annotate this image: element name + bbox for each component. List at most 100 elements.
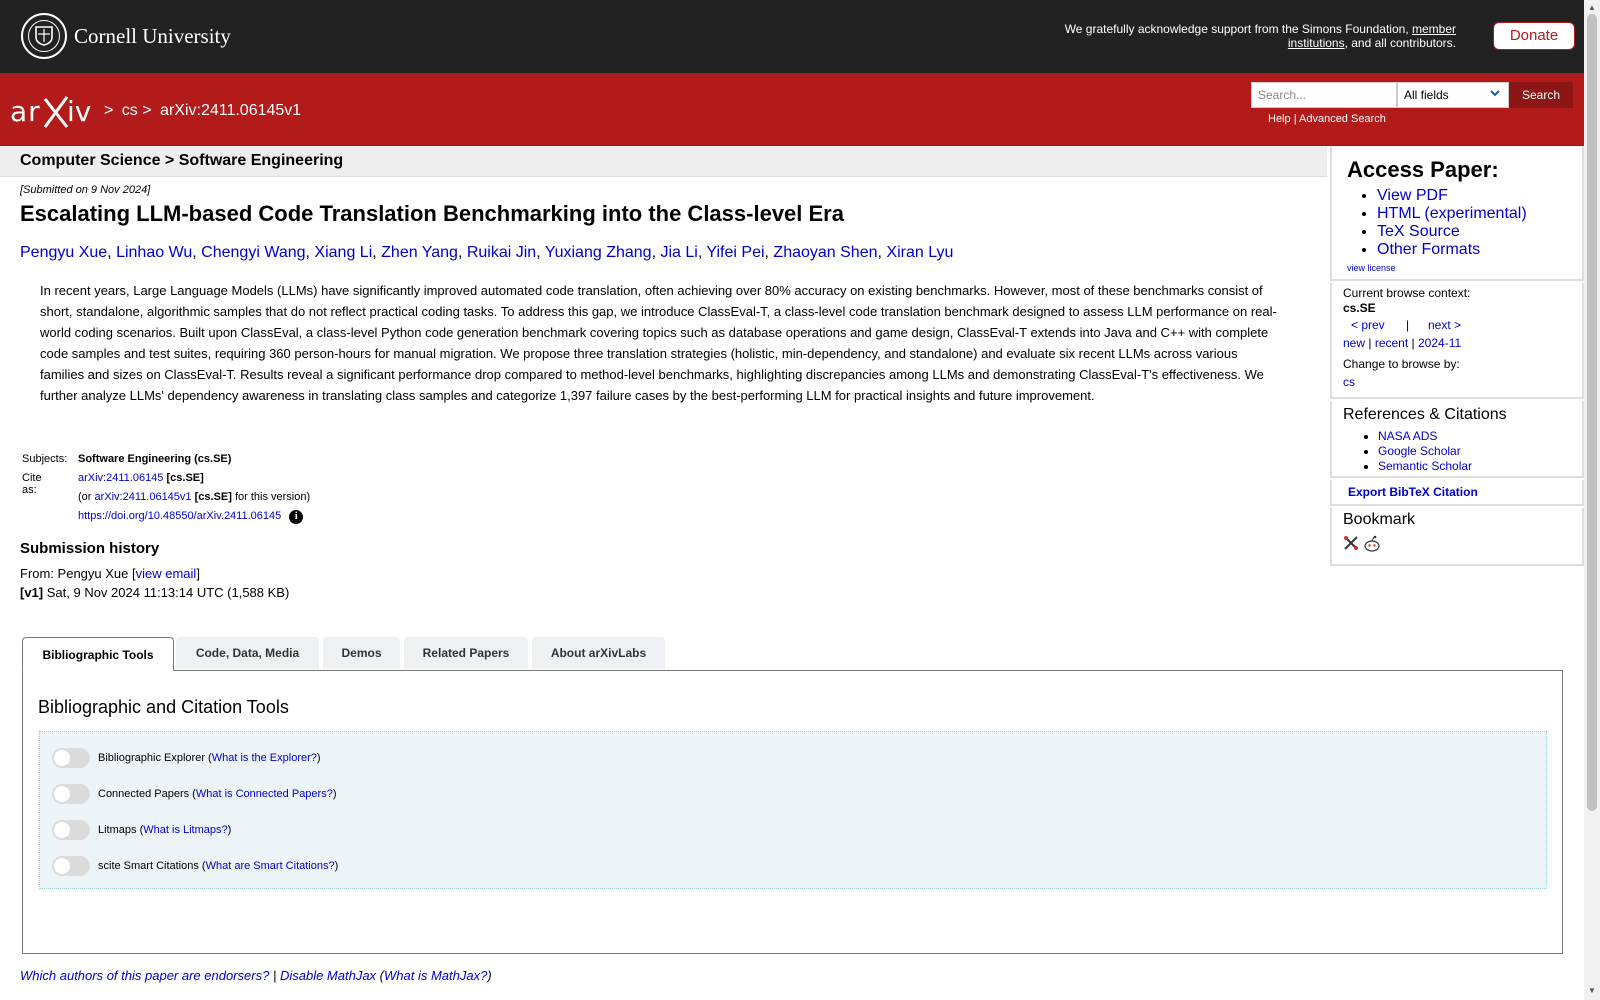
references-heading: References & Citations	[1343, 406, 1507, 423]
browse-links: new | recent | 2024-11	[1343, 336, 1462, 350]
chevron-down-icon	[1489, 87, 1501, 102]
toggle-switch[interactable]	[52, 820, 90, 840]
donate-button[interactable]: Donate	[1493, 22, 1575, 50]
bibsonomy-icon[interactable]	[1343, 535, 1359, 556]
bookmark-icons	[1343, 535, 1381, 556]
advanced-search-link[interactable]: Advanced Search	[1299, 113, 1386, 125]
tool-help-link[interactable]: What is the Explorer?	[212, 752, 317, 764]
tab-panel: Bibliographic and Citation Tools Bibliog…	[22, 670, 1563, 954]
toggle-switch[interactable]	[52, 748, 90, 768]
cornell-logo[interactable]: Cornell University	[21, 13, 231, 59]
submission-history-heading: Submission history	[20, 540, 160, 557]
view-email-link[interactable]: view email	[136, 566, 197, 581]
cite-link[interactable]: arXiv:2411.06145	[78, 472, 163, 484]
search-button[interactable]: Search	[1509, 82, 1573, 108]
references-links: NASA ADS Google Scholar Semantic Scholar	[1363, 429, 1472, 474]
subject-heading: Computer Science > Software Engineering	[20, 152, 344, 169]
subjects-label: Subjects:	[22, 453, 68, 465]
info-icon[interactable]: i	[289, 510, 304, 524]
semantic-scholar-link[interactable]: Semantic Scholar	[1378, 459, 1472, 473]
html-link[interactable]: HTML (experimental)	[1377, 205, 1527, 222]
author-link[interactable]: Xiang Li	[314, 244, 372, 261]
subject-heading-bar: Computer Science > Software Engineering	[0, 147, 1327, 177]
tool-help-link[interactable]: What is Connected Papers?	[196, 788, 333, 800]
search-field-select[interactable]: All fields	[1397, 82, 1509, 108]
month-link[interactable]: 2024-11	[1418, 336, 1461, 350]
arxiv-header: ar iv > cs > arXiv:2411.06145v1 All fiel…	[0, 73, 1584, 146]
version-link[interactable]: arXiv:2411.06145v1	[95, 491, 192, 503]
search-input[interactable]	[1251, 82, 1397, 108]
author-link[interactable]: Zhen Yang	[381, 244, 458, 261]
browse-context-label: Current browse context:	[1343, 286, 1471, 300]
doi-link[interactable]: https://doi.org/10.48550/arXiv.2411.0614…	[78, 510, 281, 522]
recent-link[interactable]: recent	[1375, 336, 1408, 350]
cornell-header: Cornell University We gratefully acknowl…	[0, 0, 1584, 73]
what-is-mathjax-link[interactable]: What is MathJax?	[384, 968, 487, 983]
author-link[interactable]: Chengyi Wang	[201, 244, 305, 261]
paper-title: Escalating LLM-based Code Translation Be…	[20, 201, 844, 226]
tool-bibliographic-explorer: Bibliographic Explorer (What is the Expl…	[52, 748, 321, 768]
scroll-thumb[interactable]	[1587, 14, 1597, 811]
tool-help-link[interactable]: What is Litmaps?	[143, 824, 227, 836]
endorsers-link[interactable]: Which authors of this paper are endorser…	[20, 968, 269, 983]
tool-litmaps: Litmaps (What is Litmaps?)	[52, 820, 231, 840]
toggle-switch[interactable]	[52, 784, 90, 804]
author-link[interactable]: Xiran Lyu	[886, 244, 953, 261]
author-link[interactable]: Ruikai Jin	[467, 244, 536, 261]
tab-code-data-media[interactable]: Code, Data, Media	[176, 637, 319, 669]
browse-context-value: cs.SE	[1343, 301, 1376, 315]
panel-heading: Bibliographic and Citation Tools	[38, 697, 289, 717]
author-link[interactable]: Zhaoyan Shen	[773, 244, 877, 261]
tab-about-arxivlabs[interactable]: About arXivLabs	[532, 637, 665, 669]
tool-scite: scite Smart Citations (What are Smart Ci…	[52, 856, 338, 876]
cornell-seal-icon	[21, 13, 67, 59]
author-link[interactable]: Jia Li	[660, 244, 697, 261]
reddit-icon[interactable]	[1363, 535, 1381, 556]
browse-cs-link[interactable]: cs	[1343, 375, 1355, 389]
view-pdf-link[interactable]: View PDF	[1377, 187, 1448, 204]
scroll-down-icon[interactable]: ▼	[1588, 986, 1596, 995]
abstract: In recent years, Large Language Models (…	[40, 283, 1277, 403]
tex-source-link[interactable]: TeX Source	[1377, 223, 1460, 240]
author-link[interactable]: Pengyu Xue	[20, 244, 107, 261]
breadcrumb-paper-id: arXiv:2411.06145v1	[160, 102, 302, 119]
tool-help-link[interactable]: What are Smart Citations?	[206, 860, 335, 872]
subjects-value: Software Engineering (cs.SE)	[78, 453, 232, 465]
author-link[interactable]: Linhao Wu	[116, 244, 192, 261]
cornell-name: Cornell University	[74, 23, 231, 48]
breadcrumb-cs-link[interactable]: cs	[122, 102, 138, 119]
tools-box: Bibliographic Explorer (What is the Expl…	[39, 731, 1547, 889]
bookmark-heading: Bookmark	[1343, 511, 1416, 528]
change-browse-label: Change to browse by:	[1343, 357, 1460, 371]
toggle-switch[interactable]	[52, 856, 90, 876]
arxiv-logo[interactable]: ar iv	[9, 91, 101, 134]
page-scrollbar[interactable]: ▲ ▼	[1584, 0, 1600, 1000]
support-text: We gratefully acknowledge support from t…	[1064, 22, 1456, 50]
scroll-up-icon[interactable]: ▲	[1588, 3, 1596, 12]
author-link[interactable]: Yifei Pei	[706, 244, 764, 261]
nasa-ads-link[interactable]: NASA ADS	[1378, 429, 1437, 443]
footer-links: Which authors of this paper are endorser…	[20, 968, 492, 983]
help-links: Help | Advanced Search	[1268, 113, 1386, 125]
cite-label: Cite as:	[22, 472, 42, 496]
new-link[interactable]: new	[1343, 336, 1365, 350]
access-paper-heading: Access Paper:	[1347, 157, 1499, 182]
disable-mathjax-link[interactable]: Disable MathJax	[280, 968, 376, 983]
svg-text:ar: ar	[10, 95, 41, 128]
author-link[interactable]: Yuxiang Zhang	[545, 244, 652, 261]
submission-date: [Submitted on 9 Nov 2024]	[20, 184, 151, 196]
export-bibtex-link[interactable]: Export BibTeX Citation	[1348, 485, 1478, 499]
tab-related-papers[interactable]: Related Papers	[404, 637, 528, 669]
help-link[interactable]: Help	[1268, 113, 1291, 125]
author-list: Pengyu Xue, Linhao Wu, Chengyi Wang, Xia…	[20, 244, 954, 261]
version-entry: [v1] Sat, 9 Nov 2024 11:13:14 UTC (1,588…	[20, 585, 290, 600]
view-license-link[interactable]: view license	[1347, 263, 1396, 273]
tab-demos[interactable]: Demos	[323, 637, 400, 669]
other-formats-link[interactable]: Other Formats	[1377, 241, 1480, 258]
next-link[interactable]: next >	[1428, 318, 1461, 332]
prev-link[interactable]: < prev	[1351, 318, 1385, 332]
google-scholar-link[interactable]: Google Scholar	[1378, 444, 1461, 458]
submitter: From: Pengyu Xue [view email]	[20, 566, 200, 581]
tab-bibliographic-tools[interactable]: Bibliographic Tools	[22, 637, 174, 671]
access-links: View PDF HTML (experimental) TeX Source …	[1362, 187, 1527, 259]
